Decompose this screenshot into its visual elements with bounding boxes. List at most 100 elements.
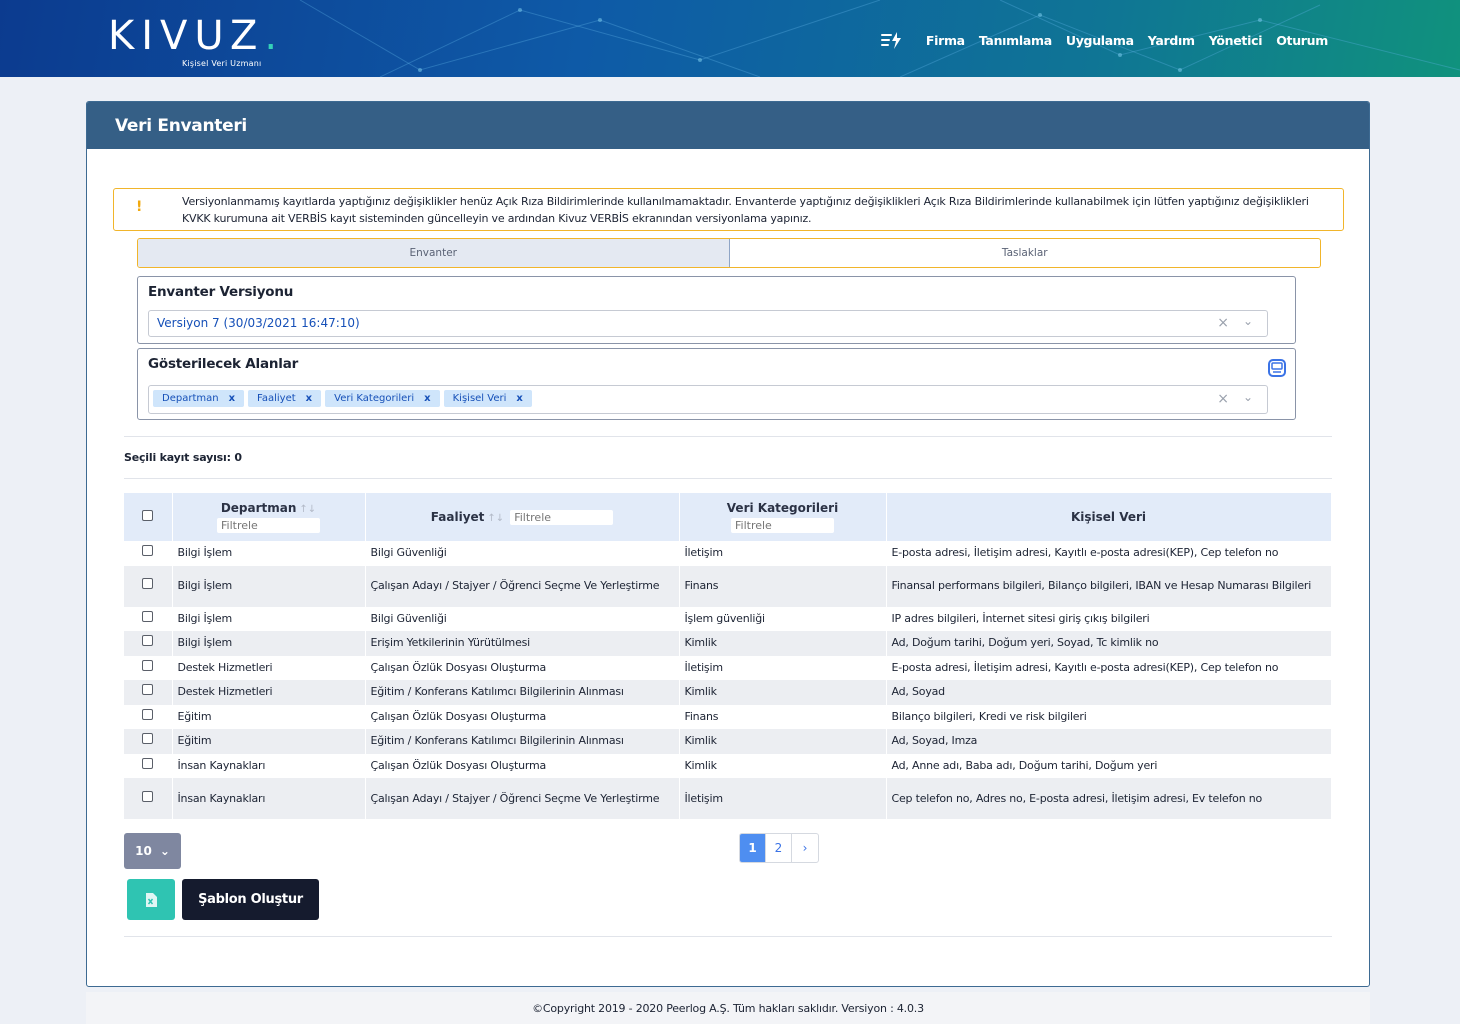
clear-icon[interactable]: ×	[1217, 315, 1229, 331]
table-row[interactable]: Eğitim Çalışan Özlük Dosyası Oluşturma Fin…	[124, 704, 1332, 729]
row-checkbox[interactable]	[142, 684, 154, 696]
menu-toggle-icon[interactable]	[880, 30, 904, 50]
nav-yardim[interactable]: Yardım	[1148, 33, 1195, 48]
cell-faaliyet: Eğitim / Konferans Katılımcı Bilgilerini…	[365, 729, 680, 754]
nav-uygulama[interactable]: Uygulama	[1066, 33, 1134, 48]
chip-remove-icon[interactable]: x	[516, 393, 522, 404]
sort-icon[interactable]: ↑↓	[299, 504, 316, 515]
cell-veri-kategorisi: İletişim	[679, 541, 887, 566]
row-checkbox[interactable]	[142, 733, 154, 745]
cell-veri-kategorisi: Kimlik	[679, 680, 887, 705]
column-label: Faaliyet	[430, 510, 485, 524]
create-template-button[interactable]: Şablon Oluştur	[182, 879, 319, 920]
chip-remove-icon[interactable]: x	[424, 393, 430, 404]
tab-taslaklar[interactable]: Taslaklar	[730, 239, 1321, 267]
version-select[interactable]: Versiyon 7 (30/03/2021 16:47:10) × ⌄	[148, 310, 1268, 337]
row-checkbox[interactable]	[142, 757, 154, 769]
cell-kisisel-veri: Cep telefon no, Adres no, E-posta adresi…	[886, 778, 1332, 819]
row-checkbox[interactable]	[142, 578, 154, 589]
divider	[124, 478, 1332, 479]
table-row[interactable]: Bilgi İşlem Erişim Yetkilerinin Yürütülme…	[124, 631, 1332, 656]
cell-kisisel-veri: IP adres bilgileri, İnternet sitesi giri…	[886, 606, 1332, 631]
page-1[interactable]: 1	[740, 834, 766, 862]
table-row[interactable]: Destek Hizmetleri Eğitim / Konferans Katı…	[124, 680, 1332, 705]
cell-faaliyet: Çalışan Adayı / Stajyer / Öğrenci Seçme …	[365, 778, 680, 819]
chip-label: Faaliyet	[257, 393, 296, 404]
sort-icon[interactable]: ↑↓	[487, 513, 504, 524]
chevron-down-icon: ⌄	[159, 844, 170, 858]
inventory-card: Veri Envanteri ! Versiyonlanmamış kayıtl…	[86, 101, 1370, 987]
field-chips: Departman x Faaliyet x Veri Kategorileri x …	[153, 390, 532, 407]
pagination: 1 2 ›	[739, 833, 819, 863]
nav-oturum[interactable]: Oturum	[1276, 33, 1328, 48]
column-faaliyet[interactable]: Faaliyet ↑↓	[365, 493, 680, 541]
row-checkbox[interactable]	[142, 545, 154, 557]
chip-veri-kategorileri: Veri Kategorileri x	[325, 390, 440, 407]
cell-veri-kategorisi: İşlem güvenliği	[679, 606, 887, 631]
row-checkbox[interactable]	[142, 659, 154, 671]
card-header: Veri Envanteri	[87, 102, 1369, 149]
cell-veri-kategorisi: Kimlik	[679, 729, 887, 754]
cell-departman: Destek Hizmetleri	[172, 680, 366, 705]
fields-panel: Gösterilecek Alanlar Departman x Faaliyet…	[137, 348, 1296, 420]
row-checkbox-cell	[124, 541, 173, 566]
row-checkbox-cell	[124, 631, 173, 656]
filter-faaliyet[interactable]	[510, 509, 614, 525]
column-label: Veri Kategorileri	[726, 501, 839, 515]
top-navbar: KIVUZ. Kişisel Veri Uzmanı Firma Tanımla…	[0, 0, 1460, 77]
filter-veri-kategorileri[interactable]	[731, 518, 834, 533]
warning-text: Versiyonlanmamış kayıtlarda yaptığınız d…	[182, 195, 1309, 225]
tab-envanter[interactable]: Envanter	[138, 239, 730, 267]
excel-export-button[interactable]	[127, 879, 175, 920]
row-checkbox[interactable]	[142, 635, 154, 647]
page-title: Veri Envanteri	[115, 115, 247, 136]
column-departman[interactable]: Departman ↑↓	[172, 493, 366, 541]
chip-faaliyet: Faaliyet x	[248, 390, 322, 407]
nav-yonetici[interactable]: Yönetici	[1209, 33, 1263, 48]
row-checkbox[interactable]	[142, 708, 154, 720]
cell-departman: Bilgi İşlem	[172, 565, 366, 607]
page-size-select[interactable]: 10 ⌄	[124, 833, 181, 869]
fields-multiselect[interactable]: Departman x Faaliyet x Veri Kategorileri x …	[148, 385, 1268, 414]
copyright-text: ©Copyright 2019 - 2020 Peerlog A.Ş. Tüm …	[532, 1001, 924, 1015]
nav-firma[interactable]: Firma	[926, 33, 965, 48]
select-all-icon[interactable]	[1267, 358, 1287, 378]
cell-faaliyet: Eğitim / Konferans Katılımcı Bilgilerini…	[365, 680, 680, 705]
table-row[interactable]: Bilgi İşlem Çalışan Adayı / Stajyer / Öğr…	[124, 565, 1332, 607]
kivuz-logo[interactable]: KIVUZ. Kişisel Veri Uzmanı	[108, 16, 284, 68]
next-page-icon[interactable]: ›	[792, 834, 818, 862]
row-checkbox-cell	[124, 655, 173, 680]
select-all-checkbox[interactable]	[142, 510, 154, 521]
excel-file-icon	[146, 892, 157, 907]
row-checkbox-cell	[124, 565, 173, 607]
row-checkbox[interactable]	[142, 790, 154, 802]
filter-departman[interactable]	[217, 518, 320, 533]
divider	[124, 936, 1332, 937]
chip-remove-icon[interactable]: x	[229, 393, 235, 404]
table-row[interactable]: Bilgi İşlem Bilgi Güvenliği İşlem güvenliğ…	[124, 606, 1332, 631]
cell-veri-kategorisi: Kimlik	[679, 631, 887, 656]
table-row[interactable]: Eğitim Eğitim / Konferans Katılımcı Bilgi…	[124, 729, 1332, 754]
footer: ©Copyright 2019 - 2020 Peerlog A.Ş. Tüm …	[86, 992, 1370, 1024]
chevron-down-icon[interactable]: ⌄	[1243, 390, 1253, 404]
table-row[interactable]: İnsan Kaynakları Çalışan Adayı / Stajyer …	[124, 778, 1332, 819]
table-row[interactable]: Bilgi İşlem Bilgi Güvenliği İletişim E-post…	[124, 541, 1332, 566]
cell-veri-kategorisi: İletişim	[679, 778, 887, 819]
row-checkbox[interactable]	[142, 610, 154, 622]
page-2[interactable]: 2	[766, 834, 792, 862]
chip-remove-icon[interactable]: x	[306, 393, 312, 404]
table-row[interactable]: Destek Hizmetleri Çalışan Özlük Dosyası O…	[124, 655, 1332, 680]
warning-alert: ! Versiyonlanmamış kayıtlarda yaptığınız…	[113, 188, 1344, 231]
inventory-tabs: Envanter Taslaklar	[137, 238, 1321, 268]
chevron-down-icon[interactable]: ⌄	[1243, 314, 1253, 328]
table-body: Bilgi İşlem Bilgi Güvenliği İletişim E-post…	[124, 541, 1332, 819]
column-label: Departman	[220, 501, 297, 515]
nav-tanimlama[interactable]: Tanımlama	[979, 33, 1052, 48]
table-row[interactable]: İnsan Kaynakları Çalışan Özlük Dosyası Ol…	[124, 753, 1332, 778]
row-checkbox-cell	[124, 778, 173, 819]
cell-departman: Bilgi İşlem	[172, 541, 366, 566]
chip-label: Kişisel Veri	[452, 393, 507, 404]
clear-icon[interactable]: ×	[1217, 391, 1229, 407]
cell-faaliyet: Çalışan Özlük Dosyası Oluşturma	[365, 753, 680, 778]
page-size-value: 10	[135, 844, 152, 858]
